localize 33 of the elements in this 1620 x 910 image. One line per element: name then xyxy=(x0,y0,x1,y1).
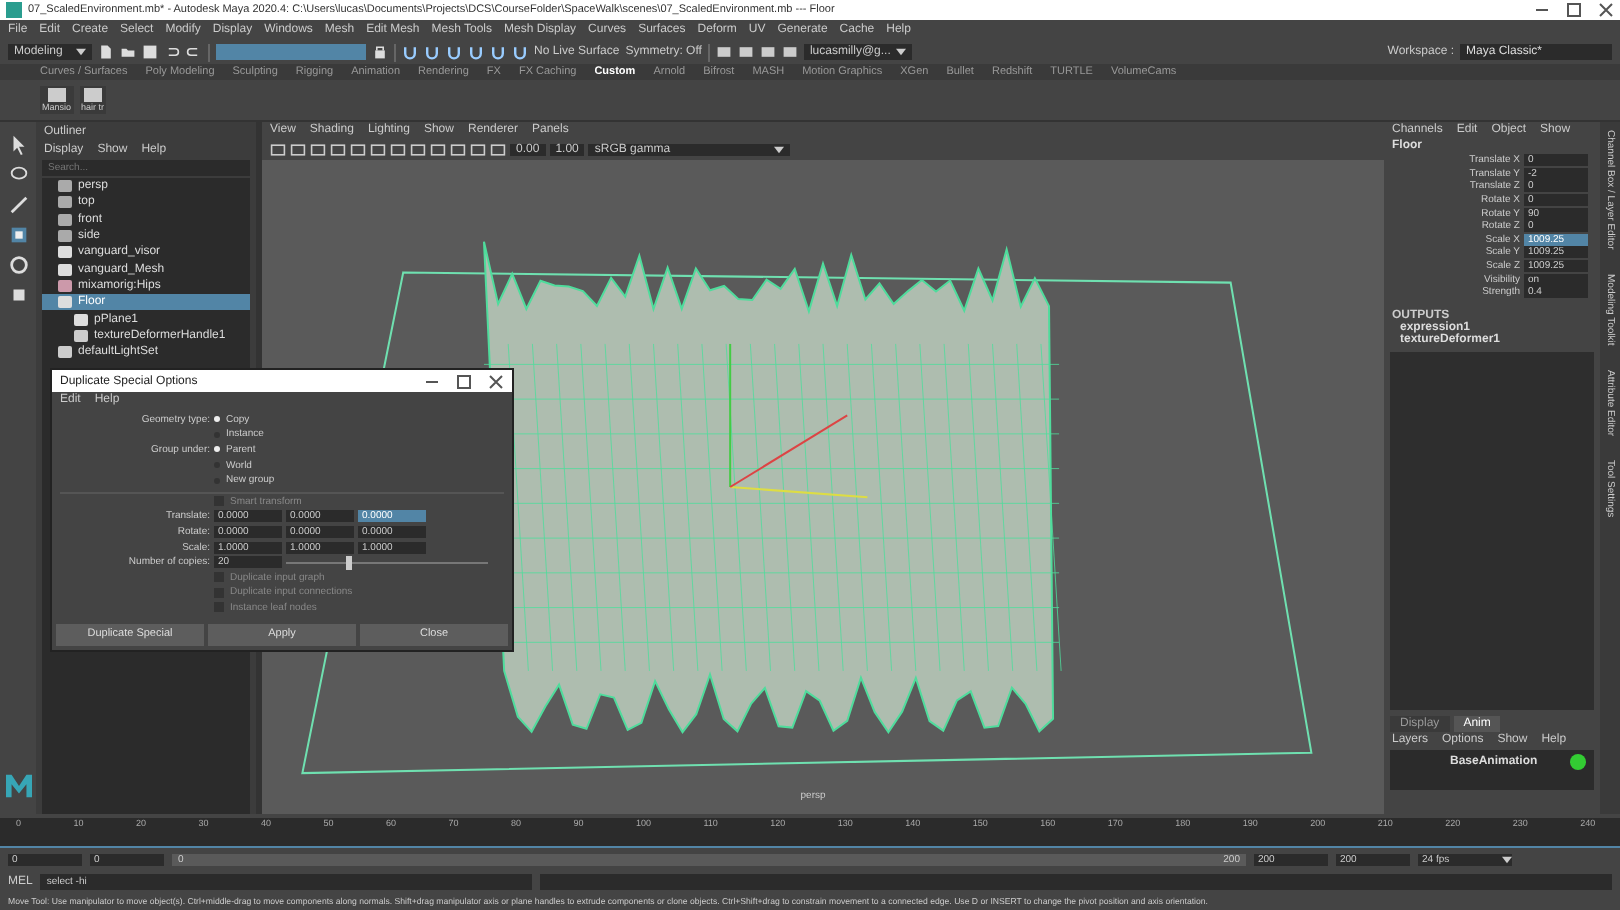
node-icon xyxy=(58,279,72,292)
node-icon xyxy=(58,213,72,226)
node-icon xyxy=(58,196,72,209)
close-icon[interactable] xyxy=(1598,2,1614,18)
caret-icon xyxy=(896,48,907,56)
undo-icon[interactable] xyxy=(164,44,180,60)
maximize-icon[interactable] xyxy=(1566,2,1582,18)
close-icon[interactable] xyxy=(488,373,504,389)
maximize-icon[interactable] xyxy=(456,373,472,389)
node-icon xyxy=(58,296,72,309)
move-tool-icon[interactable] xyxy=(7,224,29,246)
folder-icon[interactable] xyxy=(120,44,136,60)
redo-icon[interactable] xyxy=(186,44,202,60)
caret-icon xyxy=(76,48,86,56)
node-icon xyxy=(74,313,88,326)
node-icon xyxy=(58,346,72,359)
node-icon xyxy=(74,329,88,342)
lasso-icon[interactable] xyxy=(7,164,29,186)
rotate-tool-icon[interactable] xyxy=(7,254,29,276)
caret-icon xyxy=(774,145,785,153)
save-icon[interactable] xyxy=(142,44,158,60)
slider-handle[interactable] xyxy=(346,555,353,570)
node-icon xyxy=(58,230,72,243)
caret-icon xyxy=(1502,856,1512,864)
file-icon[interactable] xyxy=(98,44,114,60)
node-icon xyxy=(58,246,72,259)
app-logo-icon xyxy=(6,2,22,18)
node-icon xyxy=(58,180,72,193)
layer-status-icon[interactable] xyxy=(1570,754,1586,770)
lock-icon[interactable] xyxy=(372,44,388,60)
maya-logo-icon xyxy=(5,774,31,798)
brush-icon[interactable] xyxy=(7,194,29,216)
node-icon xyxy=(58,263,72,276)
